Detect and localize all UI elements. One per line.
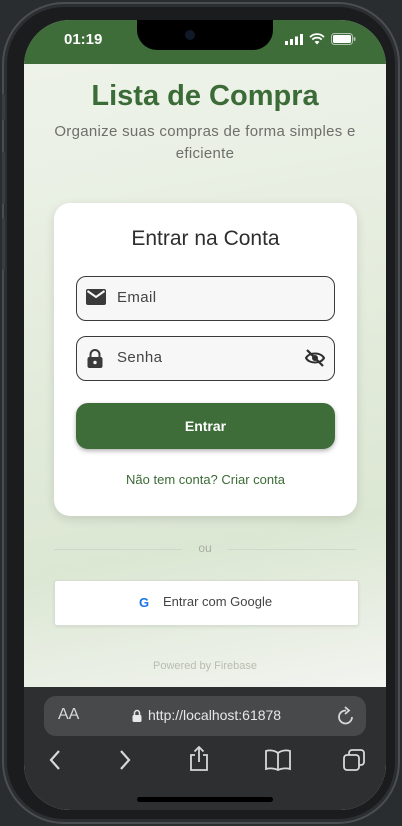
login-card: Entrar na Conta Email Senha Entrar Não t… <box>54 203 357 516</box>
status-bar: 01:19 <box>24 20 386 64</box>
mail-icon <box>86 289 106 305</box>
url-display[interactable]: http://localhost:61878 <box>132 707 281 723</box>
create-account-link[interactable]: Não tem conta? Criar conta <box>54 472 357 487</box>
camera-icon <box>185 30 195 40</box>
powered-by-text: Powered by Firebase <box>153 660 257 672</box>
page-subtitle: Organize suas compras de forma simples e… <box>54 123 356 162</box>
status-icons <box>285 33 356 45</box>
browser-toolbar <box>24 746 386 779</box>
divider-right <box>228 549 356 550</box>
google-signin-button[interactable]: G Entrar com Google <box>54 580 359 626</box>
mute-switch <box>2 94 5 120</box>
google-icon: G <box>139 595 150 610</box>
login-button[interactable]: Entrar <box>76 403 335 449</box>
login-card-title: Entrar na Conta <box>131 227 280 250</box>
reload-icon[interactable] <box>336 705 356 727</box>
volume-up-button <box>2 152 5 204</box>
cellular-signal-icon <box>285 33 303 45</box>
back-icon[interactable] <box>48 749 62 771</box>
email-placeholder: Email <box>117 289 157 306</box>
browser-chrome: AA http://localhost:61878 <box>24 687 386 810</box>
app-content: Lista de Compra Organize suas compras de… <box>24 64 386 687</box>
url-text: http://localhost:61878 <box>148 707 282 723</box>
password-placeholder: Senha <box>117 349 163 366</box>
page-title: Lista de Compra <box>91 80 319 112</box>
divider-or: ou <box>198 541 212 555</box>
phone-screen: 01:19 Lista de Compra Organize suas comp… <box>24 20 386 810</box>
password-field[interactable]: Senha <box>76 336 335 381</box>
text-size-button[interactable]: AA <box>58 706 79 724</box>
status-time: 01:19 <box>64 31 103 48</box>
address-bar[interactable]: AA http://localhost:61878 <box>44 696 366 736</box>
text-size-label: AA <box>58 706 80 723</box>
dynamic-island <box>137 20 273 50</box>
lock-icon <box>87 349 103 368</box>
forward-icon[interactable] <box>118 749 132 771</box>
phone-frame: 01:19 Lista de Compra Organize suas comp… <box>2 2 400 824</box>
email-field[interactable]: Email <box>76 276 335 321</box>
tabs-icon[interactable] <box>343 749 365 771</box>
battery-icon <box>331 33 356 45</box>
bookmarks-icon[interactable] <box>265 749 291 771</box>
lock-icon <box>132 709 142 722</box>
wifi-icon <box>309 33 325 45</box>
home-indicator <box>137 797 273 802</box>
volume-down-button <box>2 218 5 270</box>
google-signin-label: Entrar com Google <box>163 594 273 609</box>
share-icon[interactable] <box>188 746 210 772</box>
visibility-off-icon[interactable] <box>304 348 326 368</box>
